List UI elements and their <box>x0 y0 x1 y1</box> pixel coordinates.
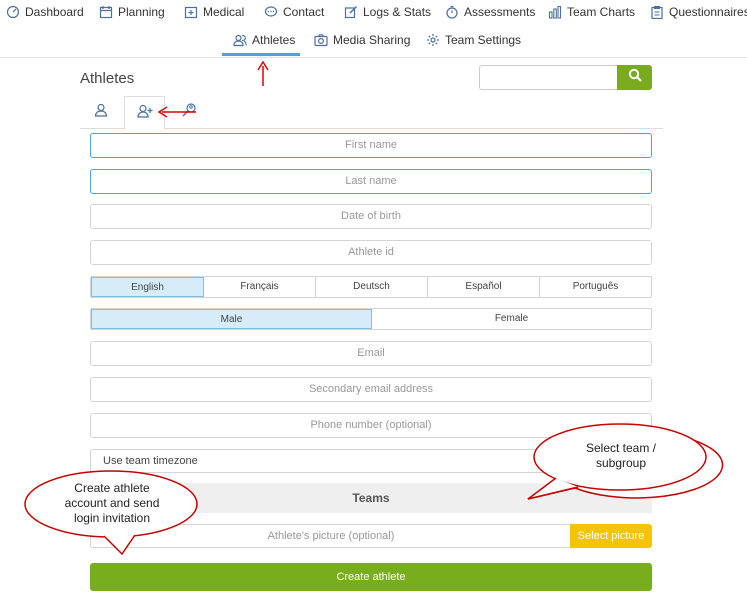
nav-label: Planning <box>118 5 165 19</box>
search-icon <box>628 68 642 87</box>
nav-label: Dashboard <box>25 5 84 19</box>
nav-label: Team Settings <box>445 33 522 47</box>
add-user-icon <box>136 104 153 123</box>
secondary-email-field[interactable]: Secondary email address <box>90 377 652 402</box>
athlete-tabs <box>80 96 663 130</box>
gender-male[interactable]: Male <box>91 309 372 329</box>
tab-add-athlete[interactable] <box>124 96 165 130</box>
nav-label: Athletes <box>252 33 296 47</box>
camera-icon <box>314 33 328 47</box>
active-tab-indicator <box>222 53 300 56</box>
edit-icon <box>344 5 358 19</box>
divider <box>0 57 747 58</box>
gender-selector: Male Female <box>90 308 652 330</box>
nav-label: Assessments <box>464 5 536 19</box>
subnav-team-settings[interactable]: Team Settings <box>426 33 521 47</box>
subnav-athletes[interactable]: Athletes <box>233 33 295 47</box>
nav-label: Medical <box>203 5 245 19</box>
nav-label: Contact <box>283 5 325 19</box>
nav-team-charts[interactable]: Team Charts <box>548 5 635 19</box>
subnav-media-sharing[interactable]: Media Sharing <box>314 33 410 47</box>
nav-label: Team Charts <box>567 5 636 19</box>
athlete-id-field[interactable]: Athlete id <box>90 240 652 265</box>
calendar-icon <box>99 5 113 19</box>
phone-field[interactable]: Phone number (optional) <box>90 413 652 438</box>
search-input[interactable] <box>479 65 618 90</box>
clipboard-icon <box>650 5 664 19</box>
nav-assessments[interactable]: Assessments <box>445 5 535 19</box>
language-portuguese[interactable]: Português <box>540 277 651 297</box>
nav-label: Media Sharing <box>333 33 411 47</box>
nav-medical[interactable]: Medical <box>184 5 244 19</box>
dashboard-icon <box>6 5 20 19</box>
main-nav: Dashboard Planning Medical Contact Logs … <box>0 0 747 26</box>
user-icon <box>94 103 108 122</box>
stopwatch-icon <box>445 5 459 19</box>
teams-selector[interactable]: Teams <box>90 483 652 513</box>
nav-logs-stats[interactable]: Logs & Stats <box>344 5 431 19</box>
medical-icon <box>184 5 198 19</box>
nav-contact[interactable]: Contact <box>264 5 324 19</box>
timezone-select[interactable]: Use team timezone <box>90 449 652 473</box>
sub-nav: Athletes Media Sharing Team Settings <box>0 31 747 57</box>
tab-athlete-list[interactable] <box>80 96 121 129</box>
nav-label: Questionnaires <box>669 5 747 19</box>
athlete-picture-field[interactable]: Athlete's picture (optional) <box>90 524 571 548</box>
create-callout-text: Create athlete account and send login in… <box>64 481 160 525</box>
first-name-field[interactable]: First name <box>90 133 652 158</box>
last-name-field[interactable]: Last name <box>90 169 652 194</box>
select-picture-button[interactable]: Select picture <box>570 524 652 548</box>
create-athlete-button[interactable]: Create athlete <box>90 563 652 591</box>
users-icon <box>233 33 247 47</box>
date-of-birth-field[interactable]: Date of birth <box>90 204 652 229</box>
gear-icon <box>426 33 440 47</box>
annotation-arrow-up <box>257 60 269 86</box>
nav-planning[interactable]: Planning <box>99 5 165 19</box>
gender-female[interactable]: Female <box>372 309 651 329</box>
search-button[interactable] <box>617 65 652 90</box>
nav-dashboard[interactable]: Dashboard <box>6 5 84 19</box>
language-french[interactable]: Français <box>204 277 316 297</box>
user-search-icon <box>181 102 197 123</box>
nav-questionnaires[interactable]: Questionnaires <box>650 5 747 19</box>
language-selector: English Français Deutsch Español Portugu… <box>90 276 652 298</box>
nav-label: Logs & Stats <box>363 5 432 19</box>
page-title: Athletes <box>80 70 135 87</box>
language-english[interactable]: English <box>91 277 204 297</box>
language-german[interactable]: Deutsch <box>316 277 428 297</box>
team-callout-text: Select team / subgroup <box>585 441 657 470</box>
language-spanish[interactable]: Español <box>428 277 540 297</box>
tab-search-athlete[interactable] <box>168 96 209 129</box>
email-field[interactable]: Email <box>90 341 652 366</box>
bar-chart-icon <box>548 5 562 19</box>
chat-icon <box>264 5 278 19</box>
